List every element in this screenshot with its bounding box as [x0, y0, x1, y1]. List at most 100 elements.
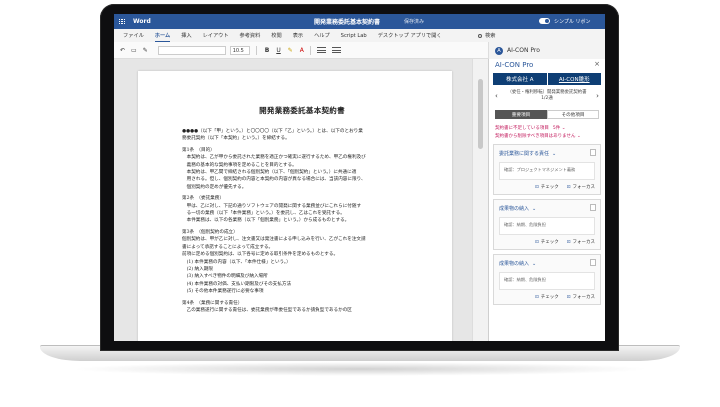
- app-name[interactable]: Word: [133, 18, 151, 25]
- simple-ribbon-label: シンプル リボン: [554, 19, 591, 25]
- document-line: る一切の業務（以下「本件業務」という。）を委託し、乙はこれを受託する。: [182, 211, 345, 217]
- document-line: 第2条 （委託業務）: [182, 196, 224, 202]
- chevron-down-icon[interactable]: ⌄: [532, 261, 536, 267]
- undo-icon[interactable]: ↶: [120, 47, 125, 54]
- simple-ribbon-toggle[interactable]: [539, 18, 550, 24]
- menu-home[interactable]: ホーム: [154, 32, 171, 42]
- search-icon: [478, 33, 482, 38]
- alert-missing-count: 5件: [552, 126, 561, 131]
- app-launcher-icon[interactable]: [119, 18, 125, 25]
- focus-label: フォーカス: [572, 295, 596, 300]
- focus-icon: ⊡: [566, 240, 571, 245]
- format-painter-icon[interactable]: ✎: [143, 47, 148, 54]
- item-card[interactable]: 成果物の納入 ⌄ 確認：納期、危険負担 ⊡ チェック ⊡ フォーカス: [493, 254, 601, 305]
- bullets-icon[interactable]: [316, 47, 326, 53]
- menu-references[interactable]: 参考資料: [240, 32, 261, 39]
- focus-label: フォーカス: [572, 240, 596, 245]
- menu-layout[interactable]: レイアウト: [203, 32, 229, 39]
- card-body: 確認：納期、危険負担: [499, 272, 595, 290]
- alert-missing-text: 契約書に不足している項目: [495, 126, 549, 131]
- chevron-down-icon: ⌄: [577, 134, 581, 139]
- bold-button[interactable]: B: [265, 47, 270, 54]
- template-link[interactable]: AI-CON雛形: [546, 73, 602, 85]
- document-line: 個別契約は、甲が乙に対し、注文書又は発注書による申し込みを行い、乙がこれを注文請: [182, 237, 366, 243]
- underline-button[interactable]: U: [276, 47, 280, 54]
- focus-button[interactable]: ⊡ フォーカス: [567, 294, 595, 300]
- card-body: 確認：納期、危険負担: [499, 217, 595, 235]
- align-icon[interactable]: [331, 47, 341, 53]
- chevron-down-icon: ⌄: [561, 126, 566, 131]
- copy-icon[interactable]: [590, 259, 596, 266]
- ai-con-panel: AI-CON Pro × 株式会社 A AI-CON雛形 ‹ （委任・権利移転）…: [488, 59, 605, 341]
- menu-file[interactable]: ファイル: [123, 32, 144, 39]
- check-icon: ⊡: [534, 295, 539, 300]
- focus-button[interactable]: ⊡ フォーカス: [567, 184, 595, 190]
- font-size-box[interactable]: 10.5: [229, 45, 250, 55]
- chevron-right-icon[interactable]: ›: [596, 92, 599, 100]
- check-label: チェック: [540, 240, 559, 245]
- panel-tabs: 重要項目 その他項目: [495, 110, 599, 119]
- card-title: 委託業務に関する責任: [499, 151, 550, 157]
- focus-icon: ⊡: [566, 295, 571, 300]
- document-body: ●●●●（以下「甲」という。）と〇〇〇〇（以下「乙」という。）とは、以下のとおり…: [182, 128, 422, 314]
- document-line: 用される。但し、個別契約の内容と本契約の内容が異なる場合には、当該内容に限り、: [182, 177, 366, 183]
- item-cards: 委託業務に関する責任 ⌄ 確認：プロジェクトマネジメント義務 ⊡ チェック ⊡ フォーカ…: [493, 144, 601, 305]
- clipboard-icon[interactable]: ▭: [131, 47, 137, 54]
- check-button[interactable]: ⊡ チェック: [535, 184, 559, 190]
- item-card[interactable]: 成果物の納入 ⌄ 確認：納期、危険負担 ⊡ チェック ⊡ フォーカス: [493, 199, 601, 250]
- copy-icon[interactable]: [590, 149, 596, 156]
- item-card[interactable]: 委託業務に関する責任 ⌄ 確認：プロジェクトマネジメント義務 ⊡ チェック ⊡ フォーカ…: [493, 144, 601, 195]
- addin-name: AI-CON Pro: [507, 47, 540, 54]
- document-line: 第3条 （個別契約の成立）: [182, 229, 238, 235]
- alert-missing[interactable]: 契約書に不足している項目 5件 ⌄: [495, 125, 599, 133]
- document-line: 義務の基本的な契約事項を定めることを目的とする。: [182, 162, 297, 168]
- chevron-left-icon[interactable]: ‹: [495, 92, 498, 100]
- font-color-icon[interactable]: A: [300, 47, 304, 54]
- document-line: 前項に定める個別契約は、以下各号に定める取引条件を定めるものとする。: [182, 252, 339, 258]
- ai-con-logo-icon: A: [495, 46, 503, 55]
- tab-important[interactable]: 重要項目: [495, 110, 547, 119]
- scrollbar-thumb[interactable]: [478, 79, 483, 149]
- divider: [255, 45, 257, 55]
- check-label: チェック: [540, 185, 559, 190]
- document-line: 務委託契約（以下「本契約」という。）を締結する。: [182, 136, 290, 142]
- menu-view[interactable]: 表示: [293, 32, 303, 39]
- close-icon[interactable]: ×: [594, 60, 600, 68]
- menu-script-lab[interactable]: Script Lab: [341, 33, 367, 39]
- highlight-icon[interactable]: ✎: [288, 47, 293, 54]
- alerts: 契約書に不足している項目 5件 ⌄ 契約書から削除すべき項目はありません ⌄: [495, 125, 599, 141]
- document-page[interactable]: 開発業務委託基本契約書 ●●●●（以下「甲」という。）と〇〇〇〇（以下「乙」とい…: [138, 71, 452, 341]
- title-bar: Word 開発業務委託基本契約書 保存済み シンプル リボン: [114, 14, 605, 29]
- document-scrollbar[interactable]: [472, 59, 488, 341]
- chevron-down-icon[interactable]: ⌄: [532, 206, 536, 212]
- document-canvas: 開発業務委託基本契約書 ●●●●（以下「甲」という。）と〇〇〇〇（以下「乙」とい…: [114, 59, 472, 341]
- panel-title: AI-CON Pro: [495, 61, 534, 69]
- font-name-box[interactable]: [157, 45, 226, 55]
- check-button[interactable]: ⊡ チェック: [535, 239, 559, 245]
- copy-icon[interactable]: [590, 204, 596, 211]
- check-button[interactable]: ⊡ チェック: [535, 294, 559, 300]
- chevron-down-icon[interactable]: ⌄: [552, 151, 556, 157]
- menu-help[interactable]: ヘルプ: [314, 32, 330, 39]
- panel-header-bar: 株式会社 A AI-CON雛形: [493, 73, 601, 85]
- focus-button[interactable]: ⊡ フォーカス: [567, 239, 595, 245]
- menu-open-desktop[interactable]: デスクトップ アプリで開く: [378, 32, 442, 39]
- menu-bar: ファイル ホーム 挿入 レイアウト 参考資料 校閲 表示 ヘルプ Script …: [114, 29, 605, 42]
- card-title: 成果物の納入: [499, 206, 530, 212]
- tab-other[interactable]: その他項目: [547, 110, 599, 119]
- focus-icon: ⊡: [566, 185, 571, 190]
- document-line: 本件業務は、以下の各業務（以下「個別業務」という。）から成るものとする。: [182, 218, 350, 224]
- alert-delete[interactable]: 契約書から削除すべき項目はありません ⌄: [495, 133, 599, 141]
- company-name: 株式会社 A: [505, 77, 534, 83]
- addin-ribbon-button[interactable]: A AI-CON Pro: [488, 42, 605, 59]
- document-line: ●●●●（以下「甲」という。）と〇〇〇〇（以下「乙」という。）とは、以下のとおり…: [182, 129, 363, 134]
- card-title: 成果物の納入: [499, 261, 530, 267]
- document-line: 甲は、乙に対し、下記の通りソフトウェアの開発に関する業務並びにこれらに付随す: [182, 203, 362, 209]
- document-line: 本契約は、甲乙間で締結される個別契約（以下、「個別契約」という。）に共通に適: [182, 170, 357, 176]
- menu-insert[interactable]: 挿入: [181, 32, 191, 39]
- document-title[interactable]: 開発業務委託基本契約書: [314, 17, 380, 26]
- check-icon: ⊡: [534, 185, 539, 190]
- menu-review[interactable]: 校閲: [271, 32, 281, 39]
- search-box[interactable]: 検索: [478, 32, 495, 39]
- document-line: 個別契約の定めが優先する。: [182, 184, 247, 190]
